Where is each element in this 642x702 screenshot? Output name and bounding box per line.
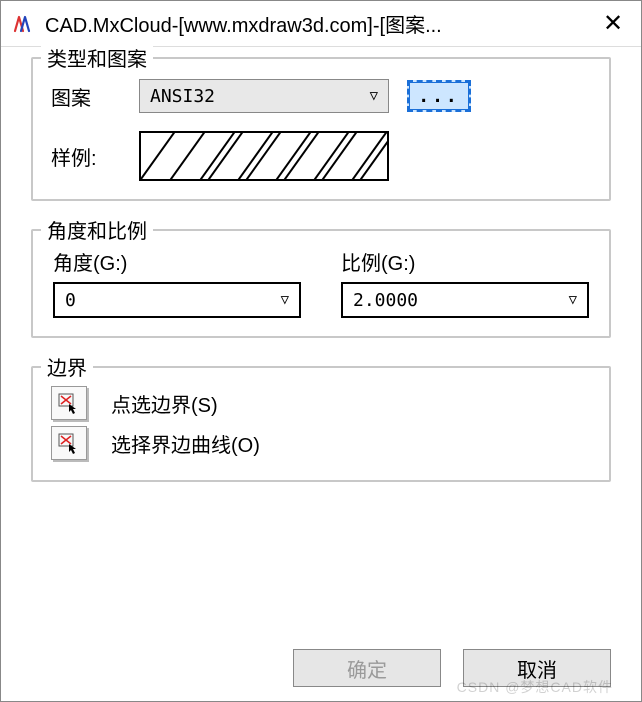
angle-value: 0 — [65, 290, 76, 311]
close-button[interactable]: ✕ — [593, 9, 633, 38]
pick-boundary-label: 点选边界(S) — [111, 389, 218, 418]
dialog-content: 类型和图案 图案 ANSI32 ▽ ... 样例: — [1, 47, 641, 701]
group-angle-scale-label: 角度和比例 — [41, 215, 153, 244]
window-title: CAD.MxCloud-[www.mxdraw3d.com]-[图案... — [45, 9, 593, 38]
pattern-browse-button[interactable]: ... — [407, 80, 471, 112]
scale-value: 2.0000 — [353, 290, 418, 311]
sample-label: 样例: — [51, 142, 121, 171]
titlebar: CAD.MxCloud-[www.mxdraw3d.com]-[图案... ✕ — [1, 1, 641, 47]
select-curve-label: 选择界边曲线(O) — [111, 429, 260, 458]
scale-label: 比例(G:) — [341, 247, 589, 276]
pick-boundary-button[interactable] — [51, 386, 87, 420]
select-curve-button[interactable] — [51, 426, 87, 460]
sample-row: 样例: — [51, 131, 591, 181]
chevron-down-icon: ▽ — [370, 88, 378, 104]
angle-column: 角度(G:) 0 ▽ — [53, 247, 301, 318]
group-boundary-label: 边界 — [41, 352, 93, 381]
pattern-browse-label: ... — [418, 86, 460, 107]
scale-column: 比例(G:) 2.0000 ▽ — [341, 247, 589, 318]
angle-scale-row: 角度(G:) 0 ▽ 比例(G:) 2.0000 ▽ — [51, 247, 591, 318]
pattern-field-label: 图案 — [51, 82, 121, 111]
chevron-down-icon: ▽ — [569, 292, 577, 308]
sample-swatch — [139, 131, 389, 181]
watermark: CSDN @梦想CAD软件 — [457, 677, 613, 697]
group-angle-scale: 角度和比例 角度(G:) 0 ▽ 比例(G:) 2.0000 ▽ — [31, 229, 611, 338]
angle-dropdown[interactable]: 0 ▽ — [53, 282, 301, 318]
scale-dropdown[interactable]: 2.0000 ▽ — [341, 282, 589, 318]
pattern-value: ANSI32 — [150, 86, 215, 107]
group-type-pattern: 类型和图案 图案 ANSI32 ▽ ... 样例: — [31, 57, 611, 201]
dialog-window: CAD.MxCloud-[www.mxdraw3d.com]-[图案... ✕ … — [0, 0, 642, 702]
pattern-dropdown[interactable]: ANSI32 ▽ — [139, 79, 389, 113]
group-type-pattern-label: 类型和图案 — [41, 43, 153, 72]
group-boundary: 边界 点选边界(S) — [31, 366, 611, 482]
ok-button[interactable]: 确定 — [293, 649, 441, 687]
ok-label: 确定 — [347, 654, 387, 683]
chevron-down-icon: ▽ — [281, 292, 289, 308]
pattern-row: 图案 ANSI32 ▽ ... — [51, 79, 591, 113]
angle-label: 角度(G:) — [53, 247, 301, 276]
pick-boundary-row: 点选边界(S) — [51, 386, 591, 420]
select-curve-row: 选择界边曲线(O) — [51, 426, 591, 460]
app-icon — [11, 13, 33, 35]
